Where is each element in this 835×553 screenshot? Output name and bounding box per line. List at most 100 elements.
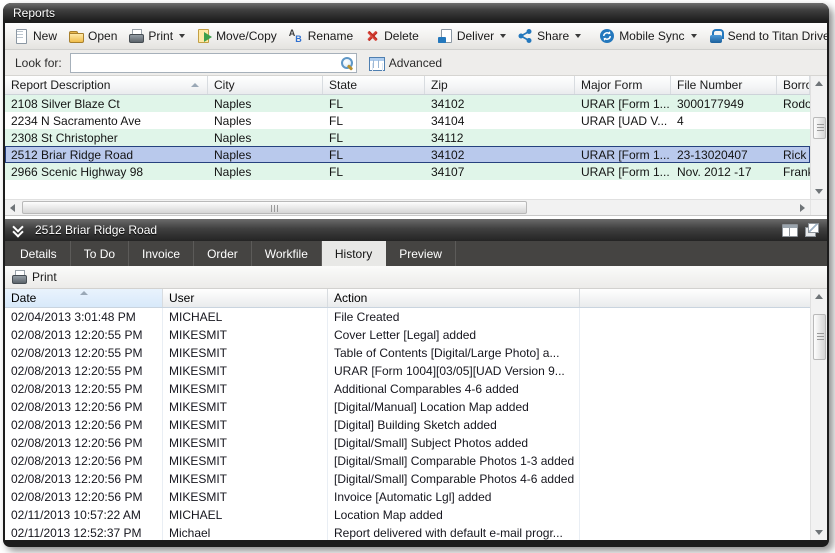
scroll-up-button[interactable] — [812, 76, 827, 91]
cell-file-number: Nov. 2012 -17 — [671, 163, 777, 180]
column-header-date[interactable]: Date — [5, 289, 163, 307]
column-header-action[interactable]: Action — [328, 289, 580, 307]
column-header-zip[interactable]: Zip — [425, 76, 575, 94]
reports-vertical-scrollbar[interactable] — [810, 76, 827, 199]
tab-invoice[interactable]: Invoice — [129, 241, 194, 266]
history-row[interactable]: 02/08/2013 12:20:55 PM MIKESMIT Table of… — [5, 344, 810, 362]
search-input[interactable] — [75, 55, 338, 71]
deliver-button[interactable]: Deliver — [432, 26, 511, 46]
history-row[interactable]: 02/11/2013 12:52:37 PM Michael Report de… — [5, 524, 810, 540]
history-row[interactable]: 02/08/2013 12:20:55 PM MIKESMIT Addition… — [5, 380, 810, 398]
advanced-button[interactable]: Advanced — [365, 53, 446, 73]
history-row[interactable]: 02/04/2013 3:01:48 PM MICHAEL File Creat… — [5, 308, 810, 326]
popout-window-icon[interactable] — [804, 223, 820, 237]
open-button[interactable]: Open — [63, 26, 122, 46]
tab-workfile[interactable]: Workfile — [252, 241, 322, 266]
tab-label: Preview — [399, 247, 442, 261]
cell-file-number: 23-13020407 — [671, 146, 777, 163]
cell-date: 02/08/2013 12:20:56 PM — [5, 452, 163, 470]
column-header-file-number[interactable]: File Number — [671, 76, 777, 94]
table-row[interactable]: 2234 N Sacramento Ave Naples FL 34104 UR… — [5, 112, 810, 129]
cell-user: MIKESMIT — [163, 326, 328, 344]
detail-tab-bar: Details To Do Invoice Order Workfile His… — [5, 241, 827, 266]
chevron-down-icon[interactable] — [575, 34, 581, 38]
cell-major-form — [575, 129, 671, 146]
new-button-label: New — [33, 29, 57, 43]
collapse-double-chevron-icon[interactable] — [12, 224, 28, 236]
cell-file-number: 4 — [671, 112, 777, 129]
share-button[interactable]: Share — [512, 26, 586, 46]
new-button[interactable]: New — [8, 26, 62, 46]
table-row[interactable]: 2308 St Christopher Naples FL 34112 — [5, 129, 810, 146]
column-header-major-form[interactable]: Major Form — [575, 76, 671, 94]
history-vertical-scrollbar[interactable] — [810, 289, 827, 540]
send-to-titan-drive-button[interactable]: Send to Titan Drive — [703, 26, 827, 46]
scroll-down-button[interactable] — [812, 525, 827, 540]
advanced-grid-icon — [369, 55, 385, 71]
table-row-selected[interactable]: 2512 Briar Ridge Road Naples FL 34102 UR… — [5, 146, 810, 163]
scroll-down-button[interactable] — [812, 184, 827, 199]
print-button[interactable]: Print — [123, 26, 190, 46]
history-row[interactable]: 02/08/2013 12:20:55 PM MIKESMIT URAR [Fo… — [5, 362, 810, 380]
cell-borrower — [777, 112, 810, 129]
history-row[interactable]: 02/08/2013 12:20:56 PM MIKESMIT [Digital… — [5, 470, 810, 488]
cell-action: URAR [Form 1004][03/05][UAD Version 9... — [328, 362, 580, 380]
new-document-icon — [13, 28, 29, 44]
search-icon[interactable] — [338, 55, 354, 71]
cell-action: File Created — [328, 308, 580, 326]
scroll-right-button[interactable] — [795, 200, 810, 215]
cell-report-description: 2234 N Sacramento Ave — [5, 112, 208, 129]
move-copy-button[interactable]: Move/Copy — [191, 26, 282, 46]
cell-date: 02/08/2013 12:20:56 PM — [5, 470, 163, 488]
title-bar[interactable]: Reports — [3, 3, 829, 23]
history-print-button[interactable]: Print — [32, 270, 57, 284]
scroll-thumb[interactable] — [813, 117, 826, 139]
triangle-down-icon — [815, 189, 823, 194]
rename-button[interactable]: Rename — [283, 26, 358, 46]
history-row[interactable]: 02/11/2013 10:57:22 AM MICHAEL Location … — [5, 506, 810, 524]
history-row[interactable]: 02/08/2013 12:20:56 PM MIKESMIT [Digital… — [5, 434, 810, 452]
cell-date: 02/08/2013 12:20:56 PM — [5, 488, 163, 506]
column-label: File Number — [677, 78, 742, 92]
chevron-down-icon[interactable] — [500, 34, 506, 38]
cell-state: FL — [323, 146, 425, 163]
scroll-thumb[interactable] — [813, 314, 826, 360]
chevron-down-icon[interactable] — [691, 34, 697, 38]
cell-borrower: Rodo — [777, 95, 810, 112]
sort-asc-icon — [80, 291, 88, 295]
scroll-left-button[interactable] — [5, 200, 20, 215]
table-row[interactable]: 2108 Silver Blaze Ct Naples FL 34102 URA… — [5, 95, 810, 112]
dock-layout-icon[interactable] — [782, 224, 798, 237]
tab-history[interactable]: History — [322, 241, 386, 266]
history-row[interactable]: 02/08/2013 12:20:56 PM MIKESMIT [Digital… — [5, 452, 810, 470]
tab-preview[interactable]: Preview — [386, 241, 456, 266]
delete-button[interactable]: Delete — [359, 26, 424, 46]
cell-date: 02/08/2013 12:20:56 PM — [5, 434, 163, 452]
scroll-thumb[interactable] — [22, 201, 527, 214]
cell-report-description: 2308 St Christopher — [5, 129, 208, 146]
history-grid: Date User Action 02/04/2013 3:01:48 PM M… — [5, 289, 827, 540]
scroll-up-button[interactable] — [812, 289, 827, 304]
column-header-borrower[interactable]: Borro — [777, 76, 810, 94]
column-header-report-description[interactable]: Report Description — [5, 76, 208, 94]
tab-order[interactable]: Order — [194, 241, 252, 266]
cell-city: Naples — [208, 146, 323, 163]
table-row[interactable]: 2966 Scenic Highway 98 Naples FL 34107 U… — [5, 163, 810, 180]
cell-borrower — [777, 129, 810, 146]
printer-icon — [11, 269, 27, 285]
column-header-state[interactable]: State — [323, 76, 425, 94]
reports-horizontal-scrollbar[interactable] — [5, 200, 810, 215]
history-row[interactable]: 02/08/2013 12:20:56 PM MIKESMIT [Digital… — [5, 398, 810, 416]
tab-to-do[interactable]: To Do — [71, 241, 129, 266]
deliver-button-label: Deliver — [457, 29, 494, 43]
tab-details[interactable]: Details — [7, 241, 71, 266]
mobile-sync-button[interactable]: Mobile Sync — [594, 26, 701, 46]
chevron-down-icon[interactable] — [179, 34, 185, 38]
column-header-city[interactable]: City — [208, 76, 323, 94]
cell-state: FL — [323, 129, 425, 146]
column-header-user[interactable]: User — [163, 289, 328, 307]
history-row[interactable]: 02/08/2013 12:20:56 PM MIKESMIT Invoice … — [5, 488, 810, 506]
rename-button-label: Rename — [308, 29, 353, 43]
history-row[interactable]: 02/08/2013 12:20:55 PM MIKESMIT Cover Le… — [5, 326, 810, 344]
history-row[interactable]: 02/08/2013 12:20:56 PM MIKESMIT [Digital… — [5, 416, 810, 434]
